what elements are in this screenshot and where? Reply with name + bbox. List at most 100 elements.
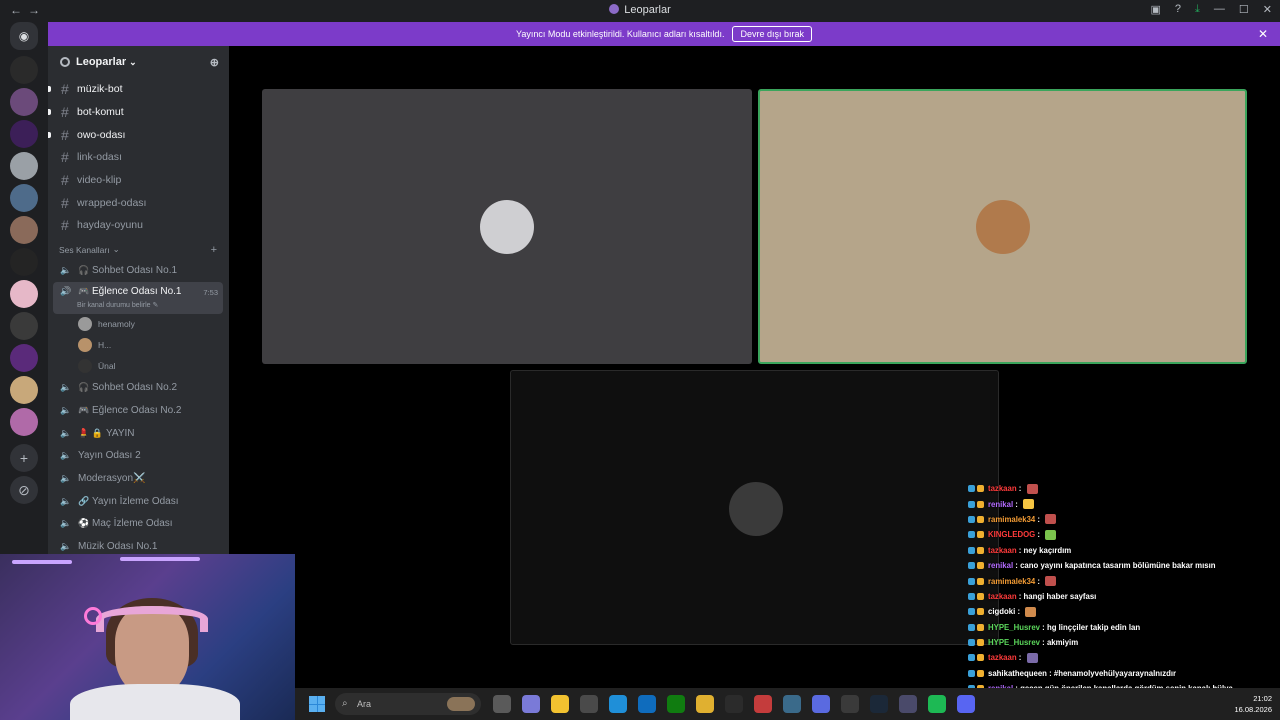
voice-channel[interactable]: 🔈 🎧 Sohbet Odası No.1 [48,259,229,282]
voice-channel[interactable]: 🔈 🎧 Sohbet Odası No.2 [48,377,229,400]
chat-message: HYPE_Husrev : hg linççiler takip edin la… [968,620,1280,635]
copilot-icon[interactable] [522,695,540,713]
chat-badge-icon [977,485,984,493]
windows-start-icon[interactable] [309,696,325,712]
voice-channel[interactable]: 🔈 ⚽ Maç İzleme Odası [48,513,229,536]
guild-header[interactable]: Leoparlar ⌄ ⊕ [48,46,229,78]
file-explorer-icon[interactable] [551,695,569,713]
chat-separator: : [1016,484,1024,494]
voice-channel[interactable]: 🔈 Yayın Odası 2 [48,445,229,468]
text-channel[interactable]: # müzik-bot [48,78,229,101]
channel-status-prompt[interactable]: Bir kanal durumu belirle ✎ [77,301,158,309]
edge-icon[interactable] [609,695,627,713]
maximize-button[interactable]: ☐ [1239,3,1249,16]
server-icon[interactable] [10,376,38,404]
text-channel[interactable]: # bot-komut [48,101,229,124]
help-icon[interactable]: ? [1175,3,1181,16]
call-tile[interactable] [262,89,752,364]
server-icon[interactable] [10,216,38,244]
window-title: Leoparlar [0,4,1280,16]
channel-name: link-odası [77,151,122,164]
chat-username: tazkaan [988,484,1017,494]
voice-channel[interactable]: 🔈 Moderasyon⚔️ [48,467,229,490]
voice-category-header[interactable]: Ses Kanalları ⌄ + [48,241,229,259]
voice-user[interactable]: henamoly [48,314,229,335]
server-icon[interactable] [10,184,38,212]
download-icon[interactable]: ⤓ [1195,3,1200,16]
channel-emoji: 🔗 [78,495,90,506]
discord-icon[interactable] [957,695,975,713]
call-tile[interactable] [510,370,999,645]
call-tile-speaking[interactable] [758,89,1247,364]
channel-emoji: 🎧 [78,382,90,393]
steam-icon[interactable] [870,695,888,713]
discord-home-icon[interactable]: ◉ [10,22,38,50]
add-channel-icon[interactable]: + [211,244,217,256]
epic-icon[interactable] [725,695,743,713]
app-grey-icon[interactable] [899,695,917,713]
xbox-icon[interactable] [667,695,685,713]
add-server-icon[interactable]: + [10,444,38,472]
app-blue-icon[interactable] [812,695,830,713]
taskbar-search[interactable]: ⌕ Ara [335,693,481,715]
app-fish-icon[interactable] [783,695,801,713]
chat-message: tazkaan : [968,481,1280,496]
server-icon[interactable] [10,408,38,436]
system-clock[interactable]: 21:02 16.08.2026 [1234,693,1272,715]
chat-message: tazkaan : [968,650,1280,665]
voice-channel[interactable]: 🔈 🎮 Eğlence Odası No.2 [48,399,229,422]
close-button[interactable]: ✕ [1263,3,1272,16]
text-channel[interactable]: # wrapped-odası [48,191,229,214]
text-channel[interactable]: # link-odası [48,146,229,169]
invite-people-icon[interactable]: ⊕ [210,56,219,69]
task-view-icon[interactable] [493,695,511,713]
voice-user[interactable]: Ünal [48,356,229,377]
pinned-apps [493,695,975,713]
chat-username: HYPE_Husrev [988,622,1041,632]
server-icon[interactable] [10,152,38,180]
close-banner-icon[interactable]: ✕ [1258,27,1268,41]
server-icon[interactable] [10,312,38,340]
voice-channel[interactable]: 🔈 💄 🔒 YAYIN [48,422,229,445]
voice-channel-selected[interactable]: 🔊 🎮 Eğlence Odası No.1 7:53 Bir kanal du… [53,281,223,314]
store-icon[interactable] [580,695,598,713]
speaker-icon: 🔈 [60,473,72,484]
channel-emoji: 🎧 [78,264,90,275]
channel-name: bot-komut [77,106,124,119]
server-icon[interactable] [10,88,38,116]
chat-username: ramimalek34 [988,514,1036,524]
text-channel[interactable]: # video-klip [48,169,229,192]
explore-servers-icon[interactable]: ⊘ [10,476,38,504]
chat-message: sahikathequeen : #henamolyvehülyayarayna… [968,666,1280,681]
speaker-icon: 🔈 [60,518,72,529]
server-icon[interactable] [10,120,38,148]
chrome-icon[interactable] [696,695,714,713]
server-icon[interactable] [10,56,38,84]
app-red-icon[interactable] [754,695,772,713]
text-channel[interactable]: # hayday-oyunu [48,214,229,237]
chat-text: akmiyim [1046,638,1079,648]
chat-emote-icon [1026,652,1038,663]
disable-streamer-mode-button[interactable]: Devre dışı bırak [732,26,812,42]
hash-icon: # [61,217,69,234]
voice-channel-name: Maç İzleme Odası [92,518,173,530]
outlook-icon[interactable] [638,695,656,713]
chat-emote-icon [1026,483,1038,494]
server-icon[interactable] [10,344,38,372]
text-channel[interactable]: # owo-odası [48,123,229,146]
voice-user[interactable]: H... [48,335,229,356]
speaker-icon: 🔈 [60,495,72,506]
spotify-icon[interactable] [928,695,946,713]
server-icon[interactable] [10,248,38,276]
hash-icon: # [61,194,69,211]
chat-message: renikal : cano yayını kapatınca tasarım … [968,558,1280,573]
inbox-icon[interactable]: ▣ [1151,3,1161,16]
voice-channel-name: YAYIN [106,427,135,439]
search-icon: ⌕ [342,698,348,709]
minimize-button[interactable]: — [1214,3,1225,16]
voice-channel[interactable]: 🔈 🔗 Yayın İzleme Odası [48,490,229,513]
server-icon[interactable] [10,280,38,308]
obs-icon[interactable] [841,695,859,713]
voice-channel[interactable]: 🔈 Müzik Odası No.1 [48,535,229,554]
clock-time: 21:02 [1253,694,1272,703]
